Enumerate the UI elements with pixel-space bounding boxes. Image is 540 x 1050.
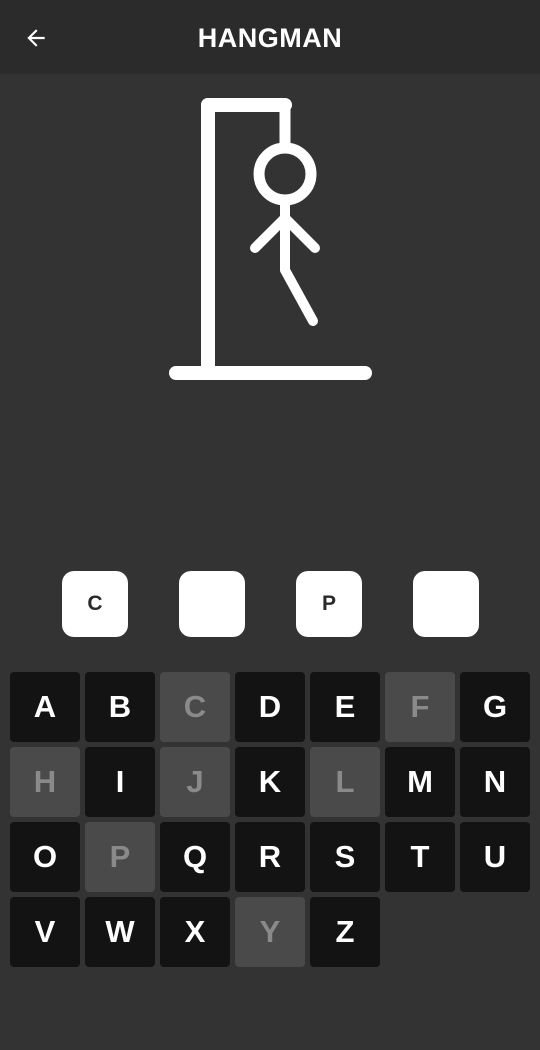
key-d[interactable]: D (235, 672, 305, 742)
key-m[interactable]: M (385, 747, 455, 817)
key-o[interactable]: O (10, 822, 80, 892)
arrow-left-icon (27, 29, 45, 47)
key-l: L (310, 747, 380, 817)
letter-slot (179, 571, 245, 637)
letter-slot (413, 571, 479, 637)
key-y: Y (235, 897, 305, 967)
key-q[interactable]: Q (160, 822, 230, 892)
key-r[interactable]: R (235, 822, 305, 892)
app-title: HANGMAN (197, 23, 343, 53)
key-v[interactable]: V (10, 897, 80, 967)
app-bar: HANGMAN (0, 0, 540, 74)
key-a[interactable]: A (10, 672, 80, 742)
hangman-drawing (169, 98, 372, 380)
key-x[interactable]: X (160, 897, 230, 967)
key-e[interactable]: E (310, 672, 380, 742)
key-p: P (85, 822, 155, 892)
key-s[interactable]: S (310, 822, 380, 892)
key-h: H (10, 747, 80, 817)
letter-slot: P (296, 571, 362, 637)
key-b[interactable]: B (85, 672, 155, 742)
letter-keyboard: ABCDEFG HIJKLMN OPQRSTU VWXYZ (10, 672, 530, 967)
hangman-head (253, 142, 317, 206)
key-i[interactable]: I (85, 747, 155, 817)
key-z[interactable]: Z (310, 897, 380, 967)
word-row: C P (0, 571, 540, 637)
key-f: F (385, 672, 455, 742)
letter-slot: C (62, 571, 128, 637)
key-g[interactable]: G (460, 672, 530, 742)
key-u[interactable]: U (460, 822, 530, 892)
key-n[interactable]: N (460, 747, 530, 817)
key-t[interactable]: T (385, 822, 455, 892)
key-j: J (160, 747, 230, 817)
key-w[interactable]: W (85, 897, 155, 967)
key-k[interactable]: K (235, 747, 305, 817)
back-button[interactable] (16, 18, 56, 58)
hangman-left-leg (280, 265, 318, 326)
key-c: C (160, 672, 230, 742)
